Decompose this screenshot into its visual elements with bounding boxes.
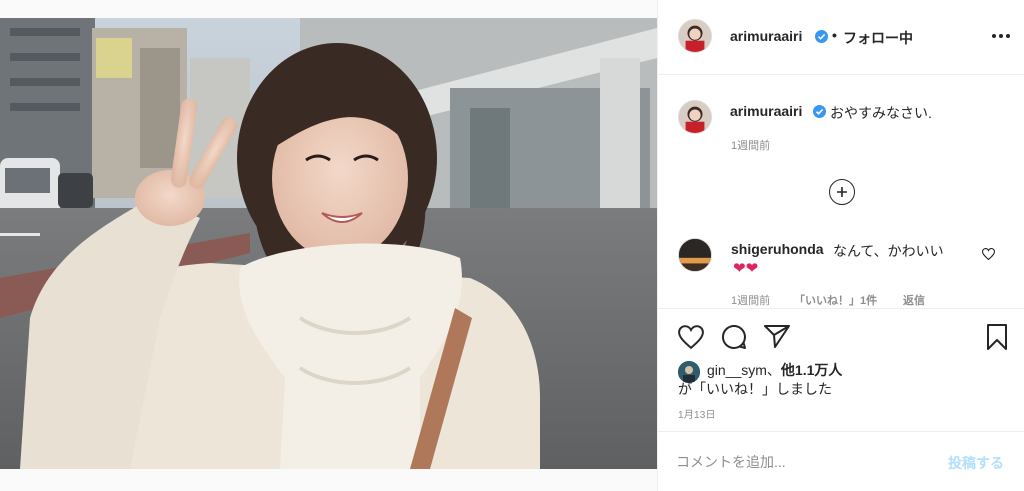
post-date[interactable]: 1月13日 xyxy=(678,406,716,421)
save-bookmark-icon[interactable] xyxy=(986,323,1008,356)
author-avatar[interactable] xyxy=(678,19,712,53)
post-comment-button[interactable]: 投稿する xyxy=(948,453,1004,473)
comment-like-icon[interactable] xyxy=(981,247,996,265)
header-separator: • xyxy=(832,27,837,43)
verified-badge-icon xyxy=(815,30,828,43)
caption-author-username[interactable]: arimuraairi xyxy=(730,103,802,119)
likes-sep: 、 xyxy=(766,362,781,378)
comment-reply-link[interactable]: 返信 xyxy=(903,292,925,308)
caption-time[interactable]: 1週間前 xyxy=(731,137,770,153)
post-actions-section: gin__sym、他1.1万人 が「いいね！」しました 1月13日 xyxy=(658,308,1024,431)
likes-suffix: が「いいね！」しました xyxy=(678,381,832,397)
comment-input[interactable] xyxy=(676,450,936,474)
following-button[interactable]: フォロー中 xyxy=(843,28,913,48)
like-heart-icon[interactable] xyxy=(678,325,704,354)
load-more-comments-button[interactable] xyxy=(829,179,855,205)
comment-time[interactable]: 1週間前 xyxy=(731,292,770,308)
instagram-post-page: arimuraairi • フォロー中 arimuraairi おやすみなさい.… xyxy=(0,0,1024,491)
add-comment-form: 投稿する xyxy=(658,431,1024,491)
comment-heart-emoji: ❤❤ xyxy=(733,260,759,277)
likes-summary: gin__sym、他1.1万人 xyxy=(707,360,842,380)
post-header: arimuraairi • フォロー中 xyxy=(658,0,1024,75)
share-paper-plane-icon[interactable] xyxy=(764,324,790,353)
commenter-avatar[interactable] xyxy=(678,238,712,272)
caption-text: おやすみなさい. xyxy=(830,105,932,121)
author-username[interactable]: arimuraairi xyxy=(730,28,802,44)
caption-verified-badge-icon xyxy=(813,105,826,118)
comment-bubble-icon[interactable] xyxy=(721,324,747,355)
comment-text: なんて、かわいい xyxy=(833,243,944,259)
commenter-username[interactable]: shigeruhonda xyxy=(731,241,824,257)
post-photo[interactable] xyxy=(0,18,657,469)
liker-username[interactable]: gin__sym xyxy=(707,362,767,378)
likes-others-count[interactable]: 他1.1万人 xyxy=(781,362,842,378)
caption-author-avatar[interactable] xyxy=(678,100,712,134)
more-options-icon[interactable] xyxy=(990,26,1012,46)
post-side-panel: arimuraairi • フォロー中 arimuraairi おやすみなさい.… xyxy=(657,0,1024,491)
comment-likes-link[interactable]: 「いいね！」1件 xyxy=(794,292,877,308)
